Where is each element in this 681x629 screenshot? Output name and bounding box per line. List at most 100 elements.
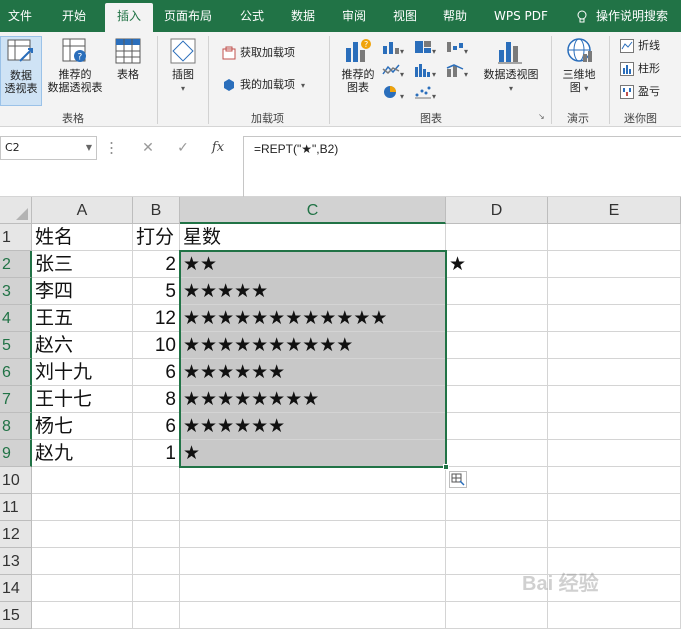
cell-D13[interactable] xyxy=(446,548,548,575)
cell-D6[interactable] xyxy=(446,359,548,386)
cell-C12[interactable] xyxy=(180,521,446,548)
cell-C9[interactable]: ★ xyxy=(180,440,446,467)
row-header-5[interactable]: 5 xyxy=(0,332,32,359)
cell-C6[interactable]: ★★★★★★ xyxy=(180,359,446,386)
pie-chart-button[interactable]: ▾ xyxy=(382,85,410,101)
hierarchy-chart-button[interactable]: ▾ xyxy=(414,40,442,56)
name-box[interactable]: C2 ▼ xyxy=(0,136,97,160)
cell-E13[interactable] xyxy=(548,548,681,575)
cell-D4[interactable] xyxy=(446,305,548,332)
cell-A3[interactable]: 李四 xyxy=(32,278,133,305)
tab-0[interactable]: 文件 xyxy=(8,0,32,32)
cell-B4[interactable]: 12 xyxy=(133,305,180,332)
tab-2[interactable]: 插入 xyxy=(105,3,153,32)
illustrations-button[interactable]: 插图 ▾ xyxy=(164,36,202,106)
waterfall-chart-button[interactable]: ▾ xyxy=(446,40,474,56)
cell-B13[interactable] xyxy=(133,548,180,575)
cell-A5[interactable]: 赵六 xyxy=(32,332,133,359)
cell-D5[interactable] xyxy=(446,332,548,359)
tab-6[interactable]: 审阅 xyxy=(342,0,366,32)
dialog-launcher-icon[interactable]: ↘ xyxy=(538,112,545,121)
cell-D12[interactable] xyxy=(446,521,548,548)
row-header-9[interactable]: 9 xyxy=(0,440,32,467)
tab-3[interactable]: 页面布局 xyxy=(164,0,212,32)
pivot-chart-button[interactable]: 数据透视图 ▾ xyxy=(478,36,544,106)
enter-icon[interactable]: ✓ xyxy=(173,139,193,157)
fill-handle[interactable] xyxy=(443,464,449,470)
row-header-12[interactable]: 12 xyxy=(0,521,32,548)
resize-handle-icon[interactable] xyxy=(110,141,113,155)
cell-E10[interactable] xyxy=(548,467,681,494)
row-header-7[interactable]: 7 xyxy=(0,386,32,413)
sparkline-column-button[interactable]: 柱形 xyxy=(620,61,660,77)
cell-B9[interactable]: 1 xyxy=(133,440,180,467)
recommended-pivot-table-button[interactable]: ? 推荐的 数据透视表 xyxy=(44,36,106,106)
tab-8[interactable]: 帮助 xyxy=(443,0,467,32)
tell-me-search[interactable]: 操作说明搜索 xyxy=(576,0,668,32)
combo-chart-button[interactable]: ▾ xyxy=(446,63,474,79)
cell-E12[interactable] xyxy=(548,521,681,548)
cell-E8[interactable] xyxy=(548,413,681,440)
cell-E5[interactable] xyxy=(548,332,681,359)
quick-analysis-button[interactable] xyxy=(449,471,467,488)
row-header-2[interactable]: 2 xyxy=(0,251,32,278)
cell-B6[interactable]: 6 xyxy=(133,359,180,386)
cell-A9[interactable]: 赵九 xyxy=(32,440,133,467)
column-chart-button[interactable]: ▾ xyxy=(382,40,410,56)
cell-A8[interactable]: 杨七 xyxy=(32,413,133,440)
row-header-14[interactable]: 14 xyxy=(0,575,32,602)
cell-A7[interactable]: 王十七 xyxy=(32,386,133,413)
cell-A14[interactable] xyxy=(32,575,133,602)
get-addins-button[interactable]: 获取加载项 xyxy=(222,45,295,61)
cell-A4[interactable]: 王五 xyxy=(32,305,133,332)
cell-D2[interactable]: ★ xyxy=(446,251,548,278)
column-header-D[interactable]: D xyxy=(446,197,548,224)
cell-B8[interactable]: 6 xyxy=(133,413,180,440)
column-header-C[interactable]: C xyxy=(180,197,446,224)
cell-B11[interactable] xyxy=(133,494,180,521)
cell-E6[interactable] xyxy=(548,359,681,386)
cell-A10[interactable] xyxy=(32,467,133,494)
cell-E11[interactable] xyxy=(548,494,681,521)
cell-D15[interactable] xyxy=(446,602,548,629)
cell-C2[interactable]: ★★ xyxy=(180,251,446,278)
column-header-E[interactable]: E xyxy=(548,197,681,224)
cell-E14[interactable] xyxy=(548,575,681,602)
cell-C14[interactable] xyxy=(180,575,446,602)
cell-E4[interactable] xyxy=(548,305,681,332)
cell-A6[interactable]: 刘十九 xyxy=(32,359,133,386)
formula-input[interactable]: =REPT("★",B2) xyxy=(243,136,681,197)
cell-E2[interactable] xyxy=(548,251,681,278)
column-header-B[interactable]: B xyxy=(133,197,180,224)
recommended-charts-button[interactable]: ? 推荐的 图表 xyxy=(336,36,380,106)
cell-C5[interactable]: ★★★★★★★★★★ xyxy=(180,332,446,359)
cell-B14[interactable] xyxy=(133,575,180,602)
cell-D8[interactable] xyxy=(446,413,548,440)
cell-A11[interactable] xyxy=(32,494,133,521)
cell-C15[interactable] xyxy=(180,602,446,629)
cell-D11[interactable] xyxy=(446,494,548,521)
cell-B12[interactable] xyxy=(133,521,180,548)
chevron-down-icon[interactable]: ▼ xyxy=(86,137,92,159)
row-header-11[interactable]: 11 xyxy=(0,494,32,521)
pivot-table-button[interactable]: 数据 透视表 xyxy=(0,36,42,106)
cell-A2[interactable]: 张三 xyxy=(32,251,133,278)
row-header-13[interactable]: 13 xyxy=(0,548,32,575)
cell-C7[interactable]: ★★★★★★★★ xyxy=(180,386,446,413)
cell-E1[interactable] xyxy=(548,224,681,251)
column-header-A[interactable]: A xyxy=(32,197,133,224)
cell-A1[interactable]: 姓名 xyxy=(32,224,133,251)
tab-4[interactable]: 公式 xyxy=(240,0,264,32)
sparkline-winloss-button[interactable]: 盈亏 xyxy=(620,84,660,100)
cell-E9[interactable] xyxy=(548,440,681,467)
select-all-button[interactable] xyxy=(0,197,32,224)
cell-B5[interactable]: 10 xyxy=(133,332,180,359)
row-header-4[interactable]: 4 xyxy=(0,305,32,332)
cell-A13[interactable] xyxy=(32,548,133,575)
row-header-6[interactable]: 6 xyxy=(0,359,32,386)
cell-B1[interactable]: 打分 xyxy=(133,224,180,251)
cell-D14[interactable] xyxy=(446,575,548,602)
cell-C1[interactable]: 星数 xyxy=(180,224,446,251)
cell-B10[interactable] xyxy=(133,467,180,494)
cell-E3[interactable] xyxy=(548,278,681,305)
